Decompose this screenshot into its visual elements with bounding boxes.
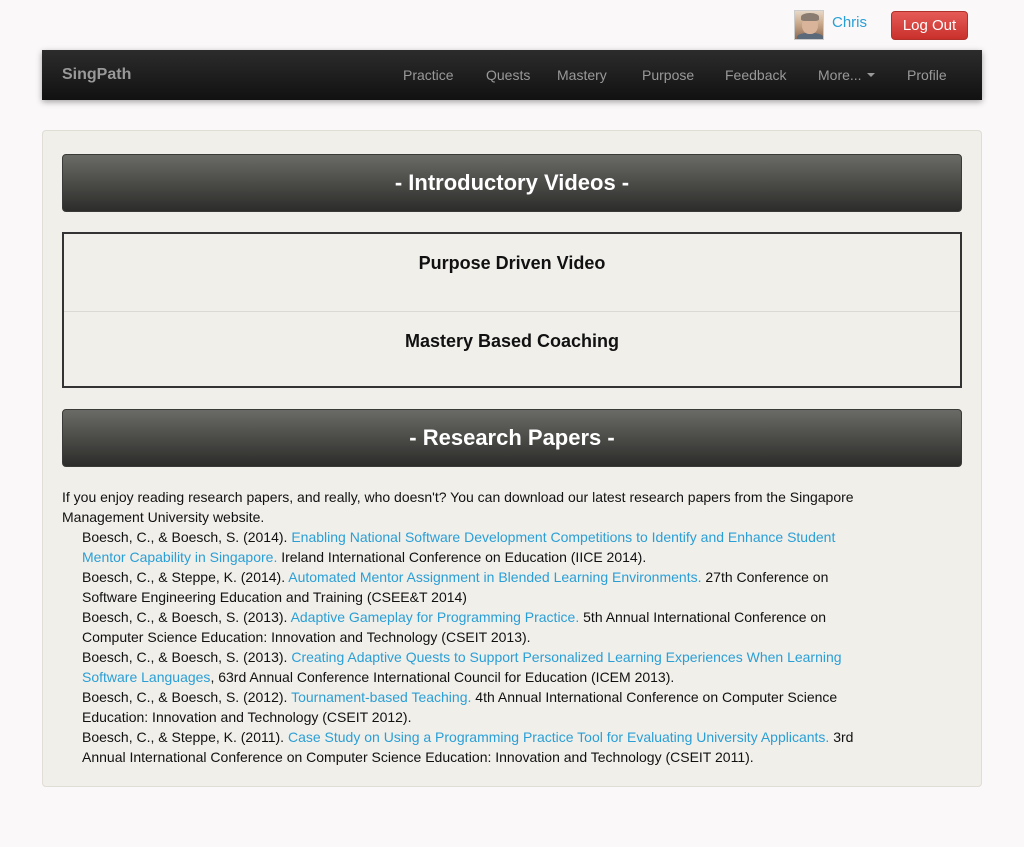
paper-authors: Boesch, C., & Steppe, K. (2014). <box>82 569 289 585</box>
paper-authors: Boesch, C., & Steppe, K. (2011). <box>82 729 288 745</box>
nav-quests[interactable]: Quests <box>486 67 530 83</box>
paper-title-link[interactable]: Tournament-based Teaching. <box>291 689 471 705</box>
paper-item: Boesch, C., & Steppe, K. (2014). Automat… <box>82 567 882 607</box>
nav-purpose[interactable]: Purpose <box>642 67 694 83</box>
logout-button[interactable]: Log Out <box>891 11 968 40</box>
research-section-header: - Research Papers - <box>62 409 962 467</box>
paper-venue: , 63rd Annual Conference International C… <box>210 669 675 685</box>
video-item-mastery[interactable]: Mastery Based Coaching <box>64 311 960 388</box>
paper-authors: Boesch, C., & Boesch, S. (2013). <box>82 609 291 625</box>
videos-section-header: - Introductory Videos - <box>62 154 962 212</box>
navbar: SingPath Practice Quests Mastery Purpose… <box>42 50 982 100</box>
paper-authors: Boesch, C., & Boesch, S. (2012). <box>82 689 292 705</box>
avatar[interactable] <box>794 10 824 40</box>
paper-title-link[interactable]: Automated Mentor Assignment in Blended L… <box>288 569 701 585</box>
nav-more-label: More... <box>818 67 862 83</box>
paper-title-link[interactable]: Case Study on Using a Programming Practi… <box>288 729 829 745</box>
nav-feedback[interactable]: Feedback <box>725 67 786 83</box>
nav-profile[interactable]: Profile <box>907 67 947 83</box>
caret-down-icon <box>866 73 875 77</box>
user-name-link[interactable]: Chris <box>832 14 867 31</box>
paper-authors: Boesch, C., & Boesch, S. (2013). <box>82 649 292 665</box>
research-intro: If you enjoy reading research papers, an… <box>62 489 854 525</box>
nav-practice[interactable]: Practice <box>403 67 454 83</box>
nav-more-dropdown[interactable]: More... <box>818 67 875 83</box>
video-item-purpose[interactable]: Purpose Driven Video <box>64 234 960 311</box>
nav-mastery[interactable]: Mastery <box>557 67 607 83</box>
avatar-shirt <box>797 33 823 39</box>
main-content: - Introductory Videos - Purpose Driven V… <box>42 130 982 787</box>
user-bar: Chris Log Out <box>0 0 1024 50</box>
paper-venue: Ireland International Conference on Educ… <box>277 549 647 565</box>
paper-item: Boesch, C., & Boesch, S. (2012). Tournam… <box>82 687 882 727</box>
avatar-hair <box>801 13 819 21</box>
paper-item: Boesch, C., & Steppe, K. (2011). Case St… <box>82 727 882 767</box>
paper-item: Boesch, C., & Boesch, S. (2013). Adaptiv… <box>82 607 882 647</box>
paper-item: Boesch, C., & Boesch, S. (2013). Creatin… <box>82 647 882 687</box>
paper-authors: Boesch, C., & Boesch, S. (2014). <box>82 529 292 545</box>
video-list: Purpose Driven Video Mastery Based Coach… <box>62 232 962 388</box>
brand-link[interactable]: SingPath <box>62 66 131 84</box>
paper-list: Boesch, C., & Boesch, S. (2014). Enablin… <box>82 527 882 767</box>
paper-item: Boesch, C., & Boesch, S. (2014). Enablin… <box>82 527 882 567</box>
paper-title-link[interactable]: Adaptive Gameplay for Programming Practi… <box>291 609 580 625</box>
